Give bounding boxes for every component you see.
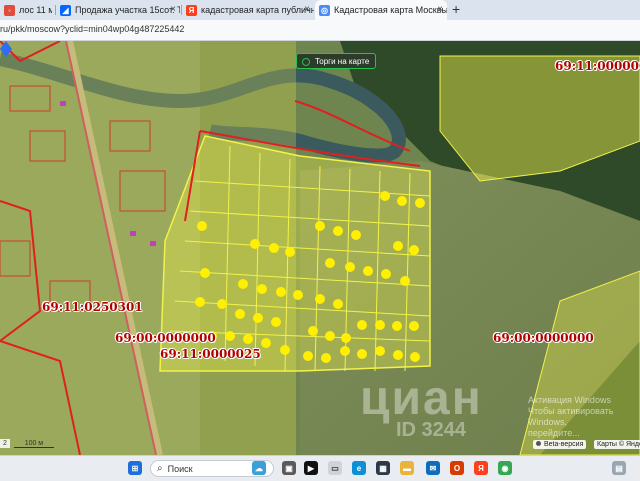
building [150,241,156,246]
auction-map-label: Торги на карте [315,56,370,66]
file-explorer-icon[interactable]: ▬ [400,461,414,475]
activation-line: Активация Windows [528,395,611,405]
office-icon[interactable]: O [450,461,464,475]
chrome-icon[interactable]: ◉ [498,461,512,475]
yandex-browser-icon[interactable]: Я [474,461,488,475]
close-icon[interactable]: × [170,4,176,15]
windows-start-icon[interactable]: ⊞ [128,461,142,475]
search-placeholder: Поиск [167,463,193,474]
browser-tab-2[interactable]: ◢ Продажа участка 15сот. Тверск × [56,0,180,20]
parcel-number[interactable]: 69:11:0250301 [42,300,143,314]
auction-map-button[interactable]: Торги на карте [296,53,377,69]
cian-watermark: циан [360,372,483,425]
file-icon[interactable]: ▭ [328,461,342,475]
close-icon[interactable]: × [304,4,310,15]
listing-id-watermark: ID 3244 [396,419,467,441]
task-view-icon[interactable]: ▣ [282,461,296,475]
parcel-number[interactable]: 69:11:0000025 [160,347,261,361]
photos-icon[interactable]: ▤ [612,461,626,475]
mail-icon[interactable]: ✉ [426,461,440,475]
widget-icon[interactable]: ☁ [252,461,266,475]
scale-bar: 100 м [13,440,54,448]
url-text[interactable]: ru/pkk/moscow?yclid=min04wp04g487225442 [0,24,184,34]
address-bar[interactable]: ru/pkk/moscow?yclid=min04wp04g487225442 [0,20,640,41]
cadastral-map[interactable]: Торги на карте 69:11:000000 69:11:025030… [0,41,640,455]
scale-left: 2 [0,439,10,448]
map-canvas[interactable] [0,41,640,455]
parcel-number[interactable]: 69:11:000000 [555,59,640,73]
tab-label: Продажа участка 15сот. Тверск [75,5,180,15]
close-icon[interactable]: × [437,4,443,15]
map-scale: 2 100 м [0,439,58,448]
yandex-logo-icon: Я [186,4,197,16]
building [130,231,136,236]
edge-icon[interactable]: e [352,461,366,475]
parcel-number[interactable]: 69:00:0000000 [493,331,594,345]
info-icon [536,441,541,446]
parcel-number[interactable]: 69:00:0000000 [115,331,216,345]
terminal-icon[interactable]: ▶ [304,461,318,475]
windows-activation-notice: Активация Windows Чтобы активировать Win… [528,395,640,439]
search-icon: ⌕ [157,463,163,474]
building [60,101,66,106]
windows-taskbar: ⊞ ⌕ Поиск ☁ ▣ ▶ ▭ e ▦ ▬ ✉ O Я ◉ ▤ [0,455,640,481]
beta-label: Beta-версия [544,441,584,448]
activation-line: перейдите... [528,428,580,438]
tab-label: кадастровая карта публичная – [201,5,314,15]
auction-icon [302,58,310,66]
new-tab-button[interactable]: + [452,1,460,17]
globe-icon: ◎ [319,4,330,16]
browser-tab-3[interactable]: Я кадастровая карта публичная – × [182,0,314,20]
browser-tab-strip: ◦ лос 11 мл ◢ Продажа участка 15сот. Тве… [0,0,640,20]
tab-label: Кадастровая карта Москвы | Ма [334,5,447,15]
browser-tab-4-active[interactable]: ◎ Кадастровая карта Москвы | Ма × [315,0,447,20]
yandex-maps-attribution[interactable]: Карты © Янде [594,440,640,449]
activation-line: Чтобы активировать Windows, [528,406,614,427]
tab-label: лос 11 мл [19,5,52,15]
beta-version-badge[interactable]: Beta-версия [533,440,587,449]
location-pin-icon[interactable] [0,41,12,57]
store-icon[interactable]: ▦ [376,461,390,475]
tab-favicon: ◦ [4,4,15,16]
browser-tab-1[interactable]: ◦ лос 11 мл [0,0,52,20]
cian-logo-icon: ◢ [60,4,71,16]
